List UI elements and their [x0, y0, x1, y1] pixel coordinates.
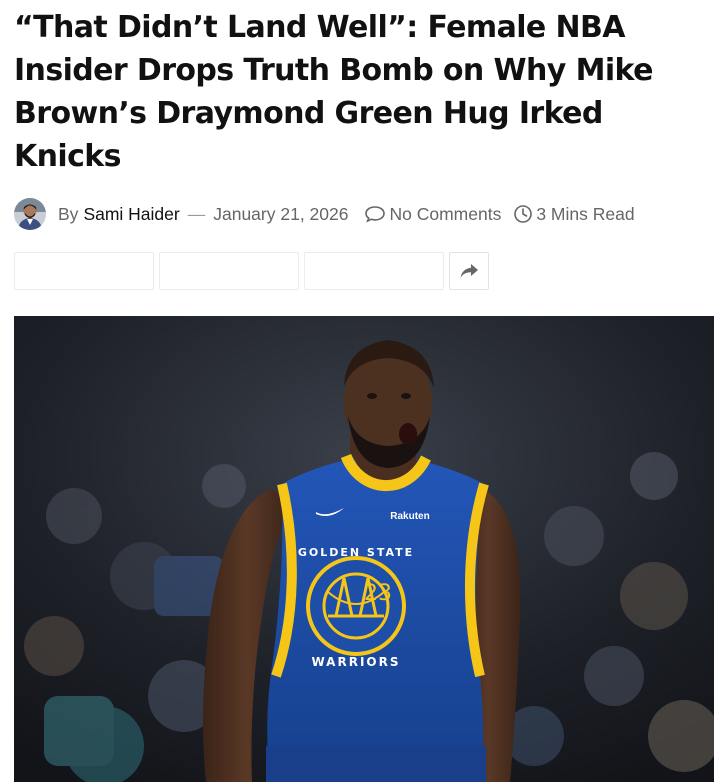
read-time-label: 3 Mins Read [536, 203, 635, 224]
article-meta: By Sami Haider — January 21, 2026 No Com… [14, 197, 714, 231]
article-headline: “That Didn’t Land Well”: Female NBA Insi… [14, 10, 653, 174]
avatar-image [14, 198, 46, 230]
share-button-2[interactable] [159, 252, 299, 290]
article-header: “That Didn’t Land Well”: Female NBA Insi… [14, 6, 714, 178]
jersey-number: 23 [364, 581, 392, 606]
comments-link[interactable]: No Comments [364, 204, 501, 225]
publish-date: January 21, 2026 [213, 203, 349, 224]
by-label: By [58, 203, 79, 224]
author-avatar[interactable] [14, 198, 46, 230]
comments-label: No Comments [389, 203, 502, 224]
clock-icon [514, 205, 533, 223]
author-link[interactable]: Sami Haider [83, 204, 179, 225]
jersey-top-text: GOLDEN STATE [298, 546, 414, 559]
share-bar [14, 252, 489, 290]
meta-separator: — [187, 203, 206, 224]
share-button-1[interactable] [14, 252, 154, 290]
share-arrow-icon [460, 264, 478, 278]
featured-image: Rakuten 23 GOLDEN STATE WARRIORS [14, 316, 714, 782]
jersey-sponsor: Rakuten [390, 511, 429, 522]
jersey-bottom-text: WARRIORS [311, 655, 400, 669]
share-button-3[interactable] [304, 252, 444, 290]
speech-bubble-icon [365, 206, 386, 223]
player-photo: Rakuten 23 GOLDEN STATE WARRIORS [14, 316, 714, 782]
share-more-button[interactable] [449, 252, 489, 290]
read-time: 3 Mins Read [513, 203, 635, 225]
